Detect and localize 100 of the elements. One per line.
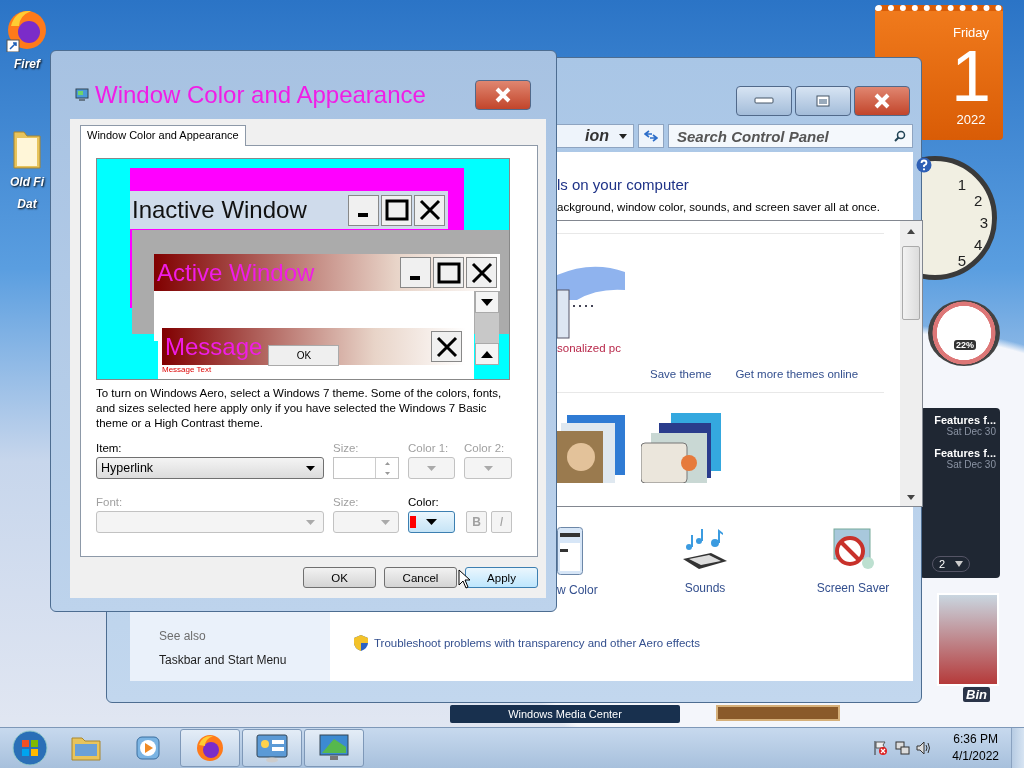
scroll-down-icon [481,298,493,306]
close-icon [414,194,445,226]
media-center-label: Windows Media Center [508,707,622,721]
caret-icon [619,133,627,139]
caret-icon [427,465,436,471]
theme-thumbnail-drawing[interactable] [641,413,721,483]
maximize-button[interactable] [795,86,851,116]
spin-up-icon [384,461,390,465]
desktop-icon-label: Dat [17,196,37,213]
taskbar-button[interactable] [304,729,364,767]
message-text: Message Text [162,365,213,375]
close-icon [873,93,891,109]
scrollbar[interactable] [900,221,922,506]
scroll-up-icon [907,229,915,234]
caret-icon [306,465,315,471]
clock-number: 3 [978,214,990,231]
folder-icon [71,735,101,761]
theme-link[interactable]: Get more themes online [735,368,859,380]
setting-label[interactable]: Sounds [684,581,726,595]
theme-name[interactable]: sonalized pc [557,342,900,354]
clock-number: 5 [956,252,968,270]
caret-icon [426,519,437,525]
monitor-icon [75,87,89,102]
scroll-down-icon [907,495,915,500]
theme-thumbnail-drawing[interactable] [557,413,627,483]
window-color-icon[interactable] [557,527,583,575]
calendar-day: 1 [950,40,991,112]
close-icon [431,331,462,362]
cpu-reading: 22% [954,340,976,350]
active-window-title: Active Window [157,258,315,287]
caret-icon [306,519,315,525]
browser-logo-icon [195,733,225,763]
see-also-heading: See also [159,629,207,643]
minimize-icon [754,97,774,105]
maximize-icon [381,194,412,226]
troubleshoot-link[interactable]: Troubleshoot problems with transparency and other Aero effects [374,637,700,649]
item-dropdown[interactable]: Hyperlink [96,457,324,479]
color-1-picker[interactable] [408,457,455,479]
page-heading: ls on your computer [557,176,690,193]
play-icon [135,735,161,761]
dialog-button[interactable]: Cancel [384,567,457,588]
windows-logo-icon [12,730,48,766]
speaker-icon[interactable] [916,740,933,756]
color-2-picker[interactable] [464,457,512,479]
close-button[interactable] [475,79,531,110]
clock-number: 1 [956,175,968,193]
caret-icon [381,519,390,525]
feed-headline[interactable]: Features f... [934,414,996,426]
maximize-icon [433,257,464,288]
taskbar-button[interactable] [242,729,302,767]
network-icon[interactable] [894,740,911,756]
size-label: Size: [333,442,360,454]
caret-icon [483,465,493,471]
setting-label[interactable]: w Color [557,583,598,597]
refresh-icon [644,130,658,142]
clock-number: 4 [972,236,984,253]
minimize-icon [348,194,379,226]
desktop-icon-label: Firef [14,56,40,73]
taskbar-button[interactable] [180,729,240,767]
close-icon [494,86,512,103]
tab[interactable]: Window Color and Appearance [80,125,246,146]
scrollbar-thumb[interactable] [902,246,920,320]
desktop-icon-label: Old Fi [10,174,44,191]
font-label: Font: [96,496,124,508]
feed-headline[interactable]: Features f... [934,447,996,459]
message-box-title: Message [165,332,263,361]
color-2-label: Color 2: [464,442,506,454]
see-also-link[interactable]: Taskbar and Start Menu [159,653,330,667]
search-icon [894,130,906,142]
feed-date: Sat Dec 30 [946,426,996,437]
monitor-icon [318,733,350,763]
feed-date: Sat Dec 30 [946,459,996,470]
spin-down-icon [384,471,390,475]
page-description: ackground, window color, sounds, and screen saver all at once. [557,201,881,213]
flag-icon[interactable] [872,740,889,756]
caret-icon [955,561,964,567]
font-color-picker[interactable] [408,511,455,533]
inactive-window-title: Inactive Window [132,196,307,224]
minimize-icon [400,257,431,288]
calendar-weekday: Friday [952,25,990,40]
theme-link[interactable]: Save theme [650,368,712,380]
scroll-up-icon [481,350,493,358]
description-text: To turn on Windows Aero, select a Windows 7 theme. Some of the colors, fonts, and sizes selected here apply only if you have selected the Windows 7 Basic theme or a High Contrast theme. [96,386,503,431]
clock-number: 2 [972,192,984,209]
search-field[interactable]: Search Control Panel [668,124,913,148]
close-button[interactable] [854,86,910,116]
setting-label[interactable]: Screen Saver [816,581,890,595]
ok-button[interactable]: OK [268,345,340,366]
size-label: Size: [333,496,360,508]
calendar-year: 2022 [956,112,986,127]
help-icon[interactable] [916,157,932,173]
dialog-button[interactable]: OK [303,567,376,588]
maximize-icon [816,95,830,107]
control-panel-icon [256,733,288,763]
shield-icon [354,635,368,651]
close-icon [466,257,497,288]
minimize-button[interactable] [736,86,792,116]
dialog-button[interactable]: Apply [465,567,538,588]
taskbar-clock[interactable]: 6:36 PM 4/1/2022 [952,731,999,765]
refresh-button[interactable] [638,124,664,148]
